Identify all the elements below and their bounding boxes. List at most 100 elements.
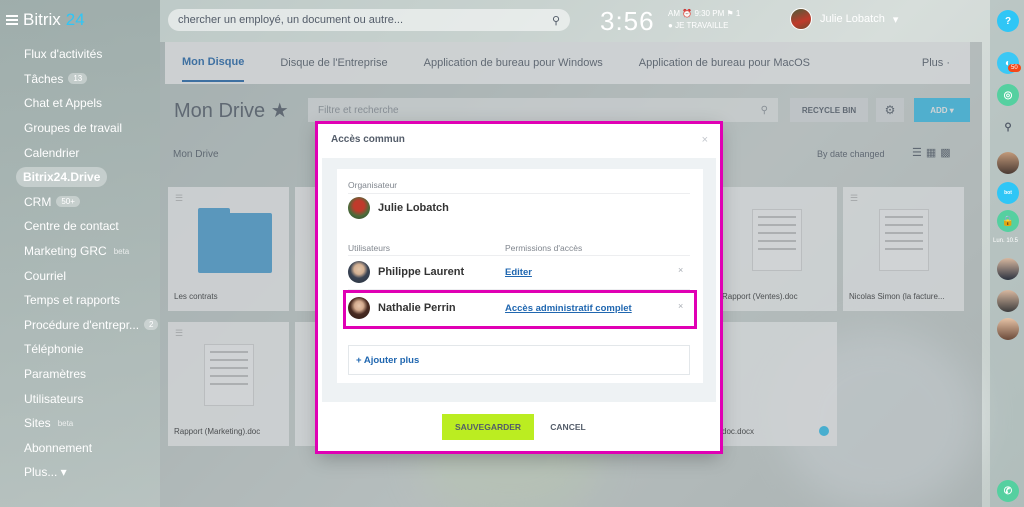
dialog-title: Accès commun xyxy=(331,134,405,145)
chatbot-icon[interactable]: bot xyxy=(997,182,1019,204)
sidebar-item[interactable]: Courriel xyxy=(0,263,160,288)
sidebar-item-label: Paramètres xyxy=(24,367,87,382)
sidebar-item-label: CRM xyxy=(24,194,52,209)
chat-icon[interactable]: ◎ xyxy=(997,84,1019,106)
close-icon[interactable]: × xyxy=(702,134,708,146)
beta-badge: beta xyxy=(113,246,130,256)
sidebar-item-label: Chat et Appels xyxy=(24,96,103,111)
permissions-label: Permissions d'accès xyxy=(505,243,583,253)
sidebar-item-label: Tâches xyxy=(24,71,64,86)
sidebar-item-label: Utilisateurs xyxy=(24,391,84,406)
search-icon[interactable]: ⚲ xyxy=(552,14,560,27)
contact-avatar[interactable] xyxy=(997,290,1019,312)
avatar xyxy=(348,197,370,219)
lock-icon[interactable]: 🔒 xyxy=(997,210,1019,232)
clock-time[interactable]: 3:56 xyxy=(600,6,655,37)
sidebar-item[interactable]: Flux d'activités xyxy=(0,42,160,67)
sidebar-item[interactable]: Abonnement xyxy=(0,436,160,461)
sidebar-item[interactable]: Sites beta xyxy=(0,411,160,436)
clock-status-time: 9:30 PM xyxy=(694,9,725,18)
sidebar-item[interactable]: Centre de contact xyxy=(0,214,160,239)
sidebar-item-label: Marketing GRC xyxy=(24,244,107,259)
dialog-body: Organisateur Julie Lobatch Utilisateurs … xyxy=(322,158,716,402)
sidebar-item-label: Procédure d'entrepr... xyxy=(24,317,140,332)
play-icon: ● xyxy=(668,21,673,30)
user-menu[interactable]: Julie Lobatch ▾ xyxy=(790,8,898,30)
date-label: Lun. 10.5 xyxy=(993,238,1019,244)
organizer-name: Julie Lobatch xyxy=(378,202,449,214)
user-name: Philippe Laurent xyxy=(378,266,465,278)
sidebar-item[interactable]: Marketing GRC beta xyxy=(0,239,160,264)
sidebar-item[interactable]: Téléphonie xyxy=(0,337,160,362)
beta-badge: beta xyxy=(57,418,74,428)
sidebar-item[interactable]: Tâches 13 xyxy=(0,67,160,92)
app-logo[interactable]: Bitrix 24 xyxy=(6,10,85,30)
sidebar-item[interactable]: Chat et Appels xyxy=(0,91,160,116)
sidebar-item-label: Temps et rapports xyxy=(24,293,121,308)
close-icon[interactable]: × xyxy=(678,265,683,275)
sidebar-item-label: Sites xyxy=(24,416,51,431)
contact-avatar[interactable] xyxy=(997,318,1019,340)
phone-icon[interactable]: ✆ xyxy=(997,480,1019,502)
divider xyxy=(348,289,690,290)
avatar xyxy=(348,261,370,283)
divider xyxy=(348,255,690,256)
add-more-button[interactable]: + Ajouter plus xyxy=(348,345,690,375)
clock-flag-count: 1 xyxy=(735,9,741,18)
divider xyxy=(348,193,690,194)
sidebar-item-label: Groupes de travail xyxy=(24,121,123,136)
sidebar-item[interactable]: Plus... ▾ xyxy=(0,460,160,485)
user-name: Julie Lobatch xyxy=(820,13,885,25)
sidebar-item[interactable]: Procédure d'entrepr... 2 xyxy=(0,313,160,338)
sidebar-item[interactable]: Paramètres xyxy=(0,362,160,387)
cancel-button[interactable]: CANCEL xyxy=(542,414,594,440)
sidebar-item[interactable]: Temps et rapports xyxy=(0,288,160,313)
sidebar-item-label: Abonnement xyxy=(24,440,93,455)
sidebar-item[interactable]: Utilisateurs xyxy=(0,386,160,411)
sidebar-item-label: Flux d'activités xyxy=(24,47,103,62)
sidebar-item-label: Calendrier xyxy=(24,145,80,160)
sidebar-item-label: Plus... ▾ xyxy=(24,465,67,480)
sidebar-item-label: Téléphonie xyxy=(24,342,84,357)
help-icon[interactable]: ? xyxy=(997,10,1019,32)
contact-avatar[interactable] xyxy=(997,258,1019,280)
right-sidebar: ? ◐ 50 ◎ ⚲ bot 🔒 Lun. 10.5 ✆ xyxy=(990,0,1024,507)
work-status: JE TRAVAILLE xyxy=(675,21,729,30)
sidebar-item-label: Bitrix24.Drive xyxy=(16,167,108,188)
sidebar-item[interactable]: Bitrix24.Drive xyxy=(0,165,160,190)
user-row: Philippe Laurent xyxy=(348,261,464,283)
left-sidebar: Bitrix 24 Flux d'activités Tâches 13 Chat et… xyxy=(0,0,160,507)
count-badge: 13 xyxy=(68,73,88,85)
access-card: Organisateur Julie Lobatch Utilisateurs … xyxy=(337,169,703,383)
user-row: Nathalie Perrin xyxy=(348,297,456,319)
menu-icon[interactable] xyxy=(6,13,18,27)
search-icon[interactable]: ⚲ xyxy=(997,116,1019,138)
save-button[interactable]: SAUVEGARDER xyxy=(442,414,534,440)
organizer-label: Organisateur xyxy=(348,180,398,190)
chevron-down-icon: ▾ xyxy=(892,13,899,26)
flag-icon: ⚑ xyxy=(726,9,734,18)
sidebar-item[interactable]: Calendrier xyxy=(0,140,160,165)
logo-number: 24 xyxy=(65,10,85,29)
logo-text: Bitrix xyxy=(23,10,61,29)
contact-avatar[interactable] xyxy=(997,152,1019,174)
global-search-input[interactable]: chercher un employé, un document ou autr… xyxy=(168,9,570,31)
sidebar-item[interactable]: Groupes de travail xyxy=(0,116,160,141)
search-placeholder: chercher un employé, un document ou autr… xyxy=(178,14,404,26)
sidebar-item-label: Centre de contact xyxy=(24,219,119,234)
permission-link[interactable]: Editer xyxy=(505,267,532,278)
shared-access-dialog: Accès commun × Organisateur Julie Lobatc… xyxy=(318,124,720,454)
count-badge: 2 xyxy=(144,319,159,331)
user-name: Nathalie Perrin xyxy=(378,302,456,314)
clock-status[interactable]: AM ⏰ 9:30 PM ⚑ 1 ● JE TRAVAILLE xyxy=(668,8,740,32)
sidebar-item[interactable]: CRM 50+ xyxy=(0,190,160,215)
count-badge: 50+ xyxy=(56,196,80,208)
alarm-icon: ⏰ xyxy=(682,9,693,18)
organizer-row: Julie Lobatch xyxy=(348,197,449,219)
permission-link[interactable]: Accès administratif complet xyxy=(505,303,632,314)
clock-ampm: AM xyxy=(668,9,680,18)
close-icon[interactable]: × xyxy=(678,301,683,311)
sidebar-nav: Flux d'activités Tâches 13 Chat et Appels Gr… xyxy=(0,42,160,485)
notification-badge: 50 xyxy=(1008,64,1021,72)
users-label: Utilisateurs xyxy=(348,243,391,253)
